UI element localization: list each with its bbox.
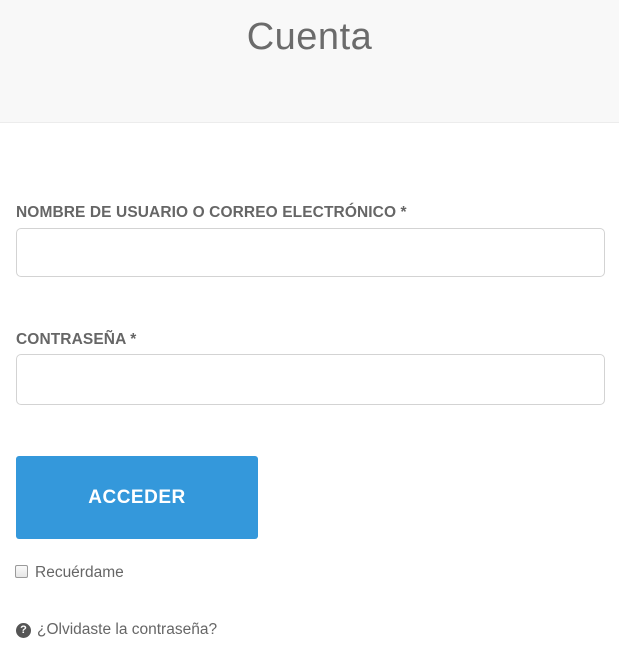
page-title: Cuenta bbox=[246, 16, 373, 58]
forgot-password-row: ? ¿Olvidaste la contraseña? bbox=[16, 619, 217, 641]
login-button[interactable]: ACCEDER bbox=[16, 456, 258, 539]
username-input[interactable] bbox=[16, 228, 605, 277]
question-circle-icon: ? bbox=[16, 622, 31, 638]
username-label: NOMBRE DE USUARIO O CORREO ELECTRÓNICO * bbox=[16, 204, 407, 221]
remember-me-label[interactable]: Recuérdame bbox=[35, 564, 124, 582]
password-label: CONTRASEÑA * bbox=[16, 331, 137, 348]
remember-me-row: Recuérdame bbox=[15, 562, 124, 584]
page-header: Cuenta bbox=[0, 0, 619, 123]
remember-me-checkbox[interactable] bbox=[15, 564, 28, 578]
password-input[interactable] bbox=[16, 354, 605, 405]
forgot-password-link[interactable]: ¿Olvidaste la contraseña? bbox=[37, 621, 217, 639]
